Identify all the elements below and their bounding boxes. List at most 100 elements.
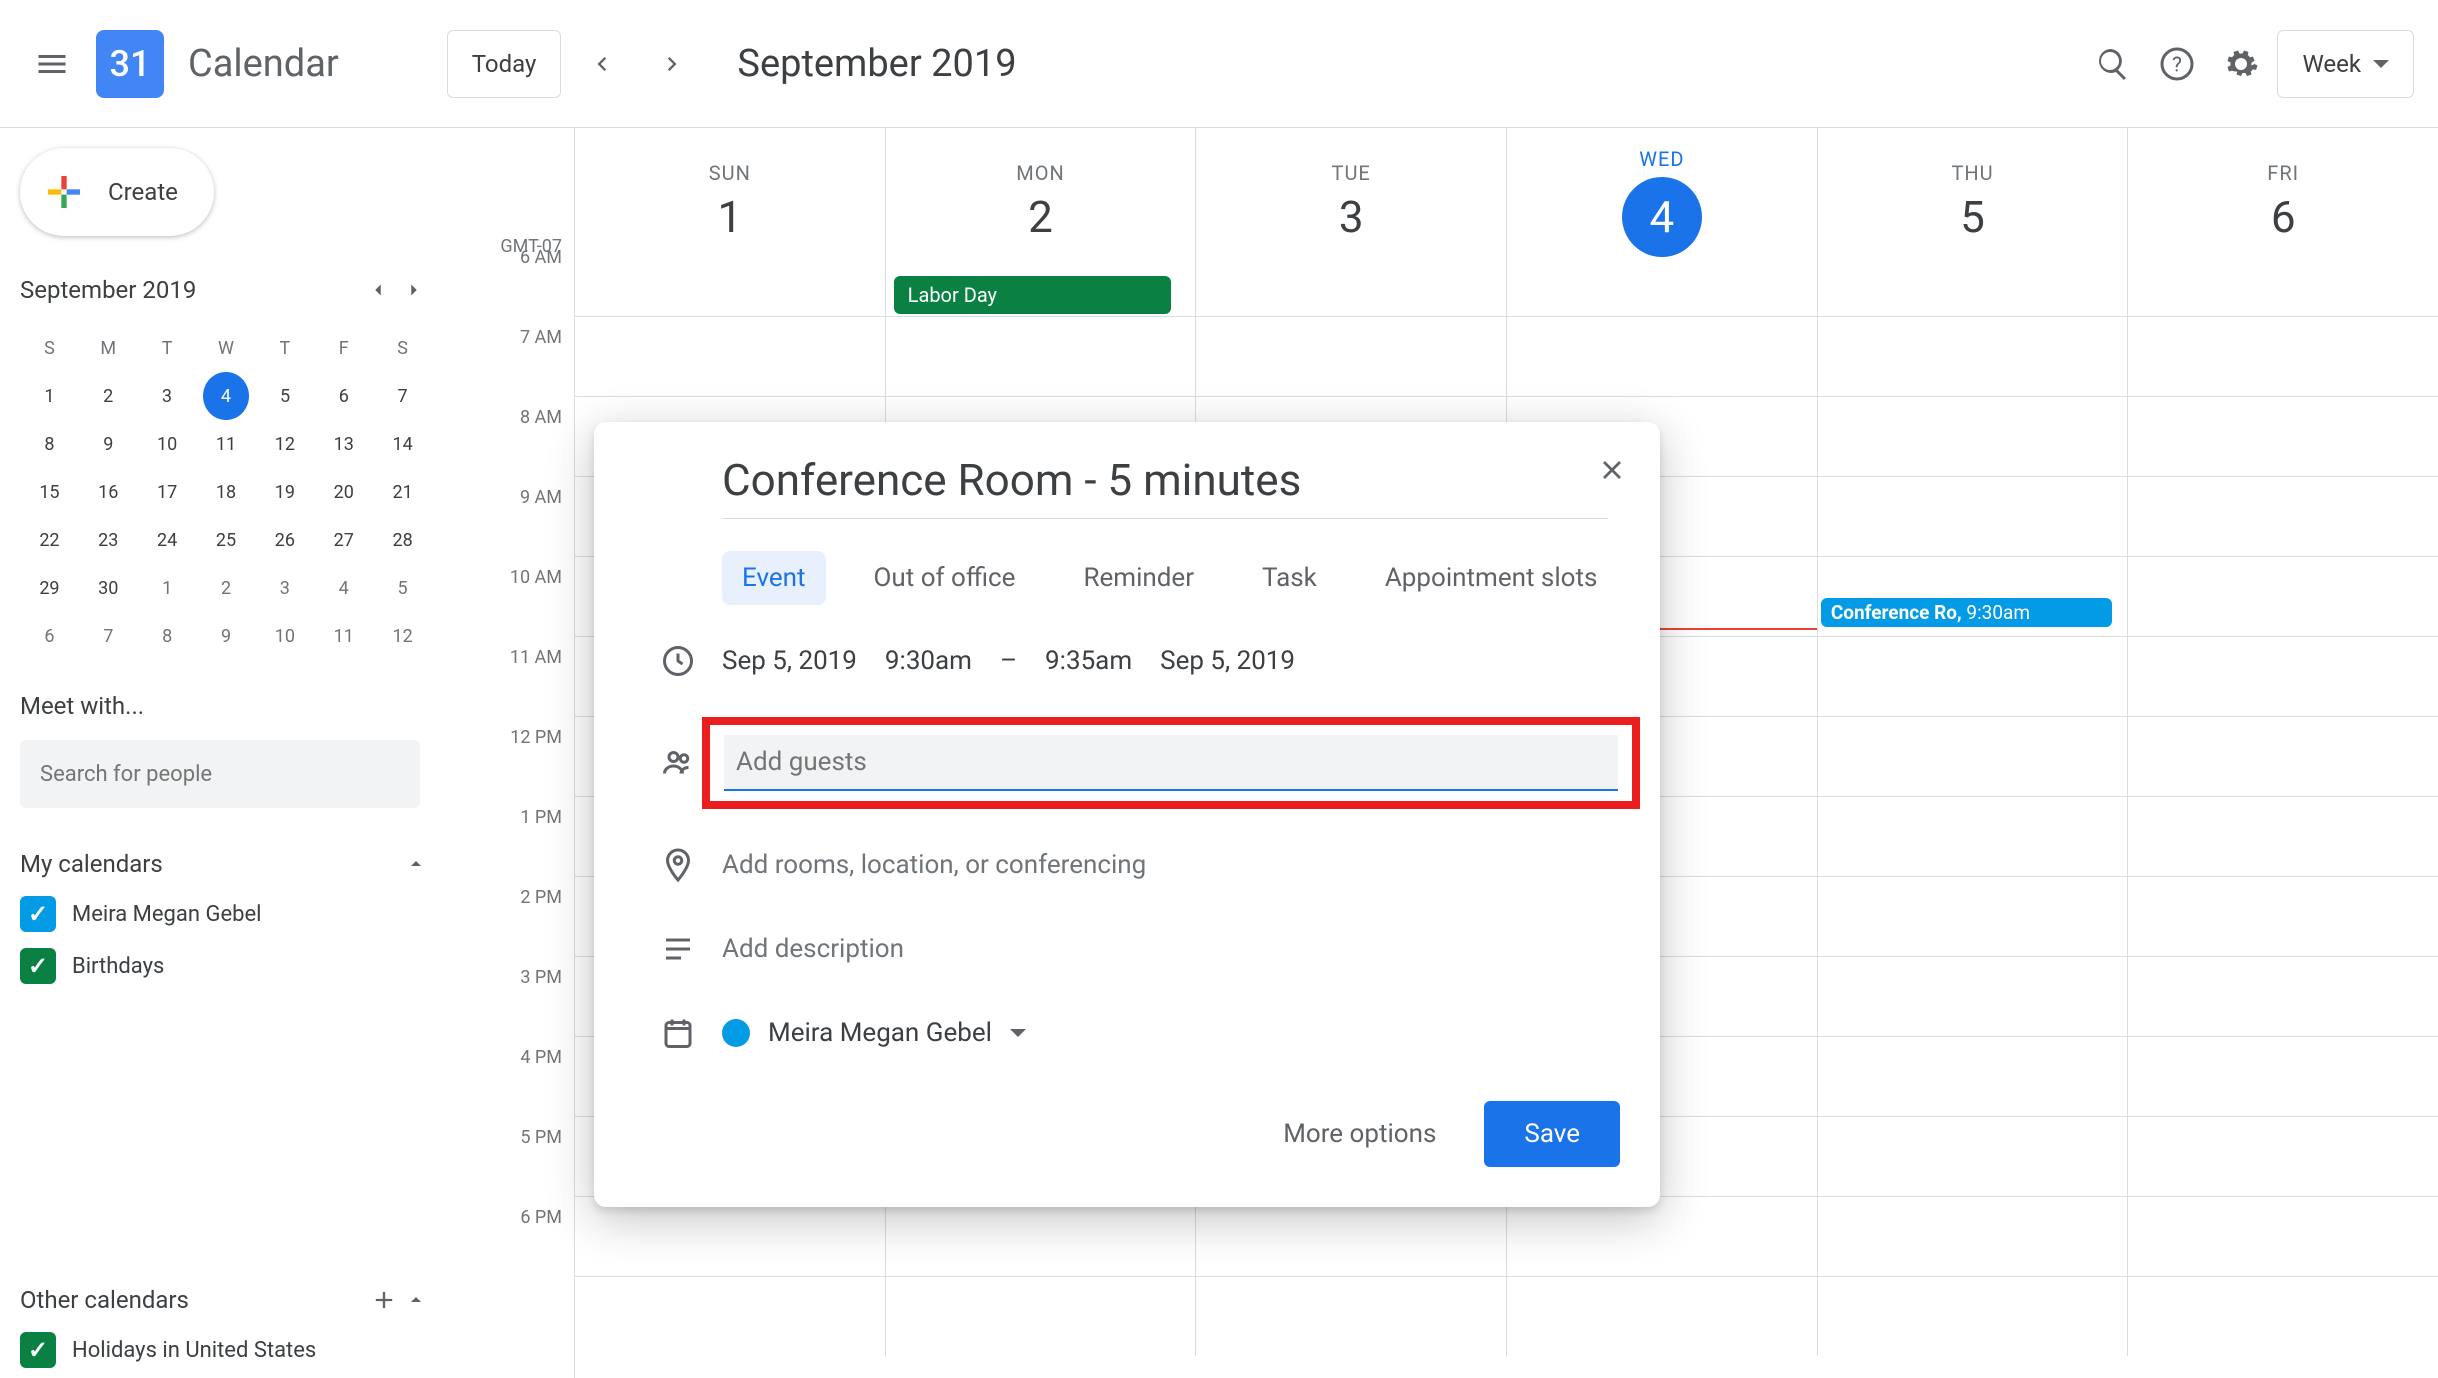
mini-day[interactable]: 9 [197,612,256,660]
day-header[interactable]: FRI6 [2128,128,2438,276]
mini-day[interactable]: 3 [255,564,314,612]
add-guests-input[interactable] [724,735,1618,791]
mini-day[interactable]: 29 [20,564,79,612]
mini-day[interactable]: 5 [373,564,432,612]
close-modal-button[interactable] [1588,446,1636,494]
event-type-tab[interactable]: Task [1242,551,1337,605]
mini-day[interactable]: 8 [20,420,79,468]
mini-next-month[interactable] [396,272,432,308]
allday-cell[interactable]: Labor Day [886,276,1197,316]
event-chip[interactable]: Conference Ro, 9:30am [1821,598,2112,627]
mini-day[interactable]: 22 [20,516,79,564]
grid-cell[interactable] [1818,477,2129,556]
start-date[interactable]: Sep 5, 2019 [722,646,857,676]
grid-cell[interactable] [1818,877,2129,956]
calendar-item[interactable]: ✓Birthdays [20,948,432,984]
grid-cell[interactable] [1818,1197,2129,1276]
grid-cell[interactable] [575,317,886,396]
help-button[interactable]: ? [2149,36,2205,92]
grid-cell[interactable] [886,1197,1197,1276]
save-button[interactable]: Save [1484,1101,1620,1167]
mini-day[interactable]: 14 [373,420,432,468]
grid-cell[interactable] [1196,1277,1507,1356]
mini-day[interactable]: 10 [255,612,314,660]
start-time[interactable]: 9:30am [885,646,972,676]
mini-prev-month[interactable] [360,272,396,308]
main-menu-button[interactable] [24,36,80,92]
day-header[interactable]: SUN1 [575,128,886,276]
mini-day[interactable]: 5 [256,372,315,420]
grid-cell[interactable] [2128,1037,2438,1116]
mini-day[interactable]: 9 [79,420,138,468]
mini-day[interactable]: 19 [255,468,314,516]
calendar-item[interactable]: ✓Meira Megan Gebel [20,896,432,932]
allday-cell[interactable] [1196,276,1507,316]
grid-cell[interactable] [1818,797,2129,876]
grid-cell[interactable] [2128,637,2438,716]
mini-day[interactable]: 1 [20,372,79,420]
mini-day[interactable]: 10 [138,420,197,468]
mini-day[interactable]: 18 [197,468,256,516]
settings-button[interactable] [2213,36,2269,92]
allday-cell[interactable] [2128,276,2438,316]
mini-day[interactable]: 15 [20,468,79,516]
mini-day[interactable]: 2 [79,372,138,420]
my-calendars-toggle[interactable] [400,848,432,880]
grid-cell[interactable] [2128,1197,2438,1276]
mini-day[interactable]: 28 [373,516,432,564]
grid-cell[interactable] [2128,957,2438,1036]
grid-cell[interactable] [575,1197,886,1276]
grid-cell[interactable] [2128,1277,2438,1356]
today-button[interactable]: Today [447,30,562,98]
add-description-button[interactable]: Add description [722,934,904,964]
mini-day[interactable]: 3 [138,372,197,420]
mini-day[interactable]: 24 [138,516,197,564]
grid-cell[interactable] [2128,477,2438,556]
event-type-tab[interactable]: Reminder [1063,551,1214,605]
mini-day[interactable]: 1 [138,564,197,612]
grid-cell[interactable] [886,317,1197,396]
grid-cell[interactable] [2128,397,2438,476]
mini-day[interactable]: 27 [314,516,373,564]
prev-week-button[interactable] [573,36,629,92]
mini-day[interactable]: 11 [197,420,256,468]
grid-cell[interactable] [2128,877,2438,956]
grid-cell[interactable] [1818,717,2129,796]
mini-day[interactable]: 8 [138,612,197,660]
allday-cell[interactable] [575,276,886,316]
grid-cell[interactable] [1818,397,2129,476]
search-people-input[interactable] [20,740,420,808]
day-header[interactable]: THU5 [1818,128,2129,276]
event-title-input[interactable] [722,442,1608,519]
view-switcher[interactable]: Week [2277,30,2414,98]
grid-cell[interactable] [2128,317,2438,396]
grid-cell[interactable] [1818,1037,2129,1116]
mini-day[interactable]: 6 [314,372,373,420]
mini-day[interactable]: 23 [79,516,138,564]
day-header[interactable]: MON2 [886,128,1197,276]
mini-day[interactable]: 12 [255,420,314,468]
allday-event[interactable]: Labor Day [894,276,1172,314]
mini-day[interactable]: 30 [79,564,138,612]
day-header[interactable]: TUE3 [1196,128,1507,276]
mini-day[interactable]: 6 [20,612,79,660]
mini-day[interactable]: 16 [79,468,138,516]
mini-day[interactable]: 4 [203,372,248,420]
search-button[interactable] [2085,36,2141,92]
grid-cell[interactable] [575,1277,886,1356]
end-date[interactable]: Sep 5, 2019 [1160,646,1295,676]
other-calendars-toggle[interactable] [400,1284,432,1316]
grid-cell[interactable] [2128,1117,2438,1196]
mini-day[interactable]: 2 [197,564,256,612]
grid-cell[interactable] [1818,1117,2129,1196]
mini-day[interactable]: 17 [138,468,197,516]
grid-cell[interactable] [2128,557,2438,636]
grid-cell[interactable] [1507,1197,1818,1276]
grid-cell[interactable] [1818,637,2129,716]
grid-cell[interactable] [1818,317,2129,396]
end-time[interactable]: 9:35am [1045,646,1132,676]
grid-cell[interactable] [2128,797,2438,876]
mini-day[interactable]: 21 [373,468,432,516]
create-event-button[interactable]: Create [20,148,214,236]
mini-day[interactable]: 20 [314,468,373,516]
